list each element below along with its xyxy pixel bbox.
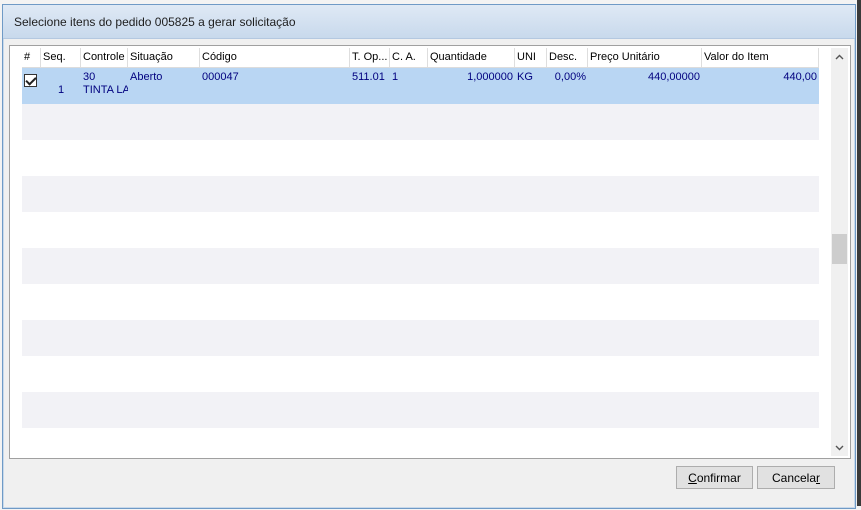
col-header-desc[interactable]: Desc. xyxy=(547,48,588,67)
items-table: # Seq. Controle Situação Código T. Op...… xyxy=(22,48,819,458)
empty-row xyxy=(22,428,819,458)
empty-row xyxy=(22,356,819,392)
empty-row xyxy=(22,320,819,356)
col-header-uni[interactable]: UNI xyxy=(515,48,547,67)
col-header-valor-item[interactable]: Valor do Item xyxy=(702,48,819,67)
cell-uni: KG xyxy=(517,71,533,83)
scroll-up-arrow-icon[interactable] xyxy=(831,48,848,65)
empty-row xyxy=(22,140,819,176)
dialog-title: Selecione itens do pedido 005825 a gerar… xyxy=(14,14,296,29)
empty-row xyxy=(22,212,819,248)
cell-quantidade: 1,000000 xyxy=(467,71,513,83)
col-header-ca[interactable]: C. A. xyxy=(390,48,428,67)
col-header-codigo[interactable]: Código xyxy=(200,48,350,67)
dialog-titlebar[interactable]: Selecione itens do pedido 005825 a gerar… xyxy=(3,5,855,39)
empty-row xyxy=(22,284,819,320)
cell-ca: 1 xyxy=(392,71,399,83)
cell-controle: 30 TINTA LA xyxy=(83,71,128,96)
empty-row xyxy=(22,392,819,428)
vertical-scrollbar[interactable] xyxy=(831,48,848,456)
background-window-edge-right xyxy=(857,0,861,510)
col-header-t-op[interactable]: T. Op... xyxy=(350,48,390,67)
table-row[interactable]: 1 30 TINTA LA Aberto 000047 511.01 1 1,00… xyxy=(22,68,819,104)
row-checkbox[interactable] xyxy=(24,74,37,87)
cancel-button[interactable]: Cancela r xyxy=(757,466,835,489)
empty-row xyxy=(22,248,819,284)
cell-t-op: 511.01 xyxy=(352,71,385,83)
col-header-controle[interactable]: Controle xyxy=(81,48,128,67)
col-header-seq[interactable]: Seq. xyxy=(41,48,81,67)
cell-situacao: Aberto xyxy=(130,71,163,83)
col-header-preco-unitario[interactable]: Preço Unitário xyxy=(588,48,702,67)
empty-row xyxy=(22,176,819,212)
table-header: # Seq. Controle Situação Código T. Op...… xyxy=(22,48,819,68)
confirm-button[interactable]: Confirmar xyxy=(676,466,753,489)
cell-desc: 0,00% xyxy=(554,71,586,83)
cell-seq: 1 xyxy=(57,84,65,96)
scroll-down-arrow-icon[interactable] xyxy=(831,439,848,456)
col-header-hash[interactable]: # xyxy=(22,48,41,67)
col-header-situacao[interactable]: Situação xyxy=(128,48,200,67)
col-header-quantidade[interactable]: Quantidade xyxy=(428,48,515,67)
row-select-cell[interactable] xyxy=(22,68,41,104)
cell-preco-unitario: 440,00000 xyxy=(648,71,700,83)
cell-valor-item: 440,00 xyxy=(783,71,817,83)
cell-codigo: 000047 xyxy=(202,71,239,83)
scrollbar-thumb[interactable] xyxy=(832,234,847,264)
items-grid: # Seq. Controle Situação Código T. Op...… xyxy=(9,45,851,459)
empty-row xyxy=(22,104,819,140)
select-items-dialog: Selecione itens do pedido 005825 a gerar… xyxy=(2,4,856,509)
